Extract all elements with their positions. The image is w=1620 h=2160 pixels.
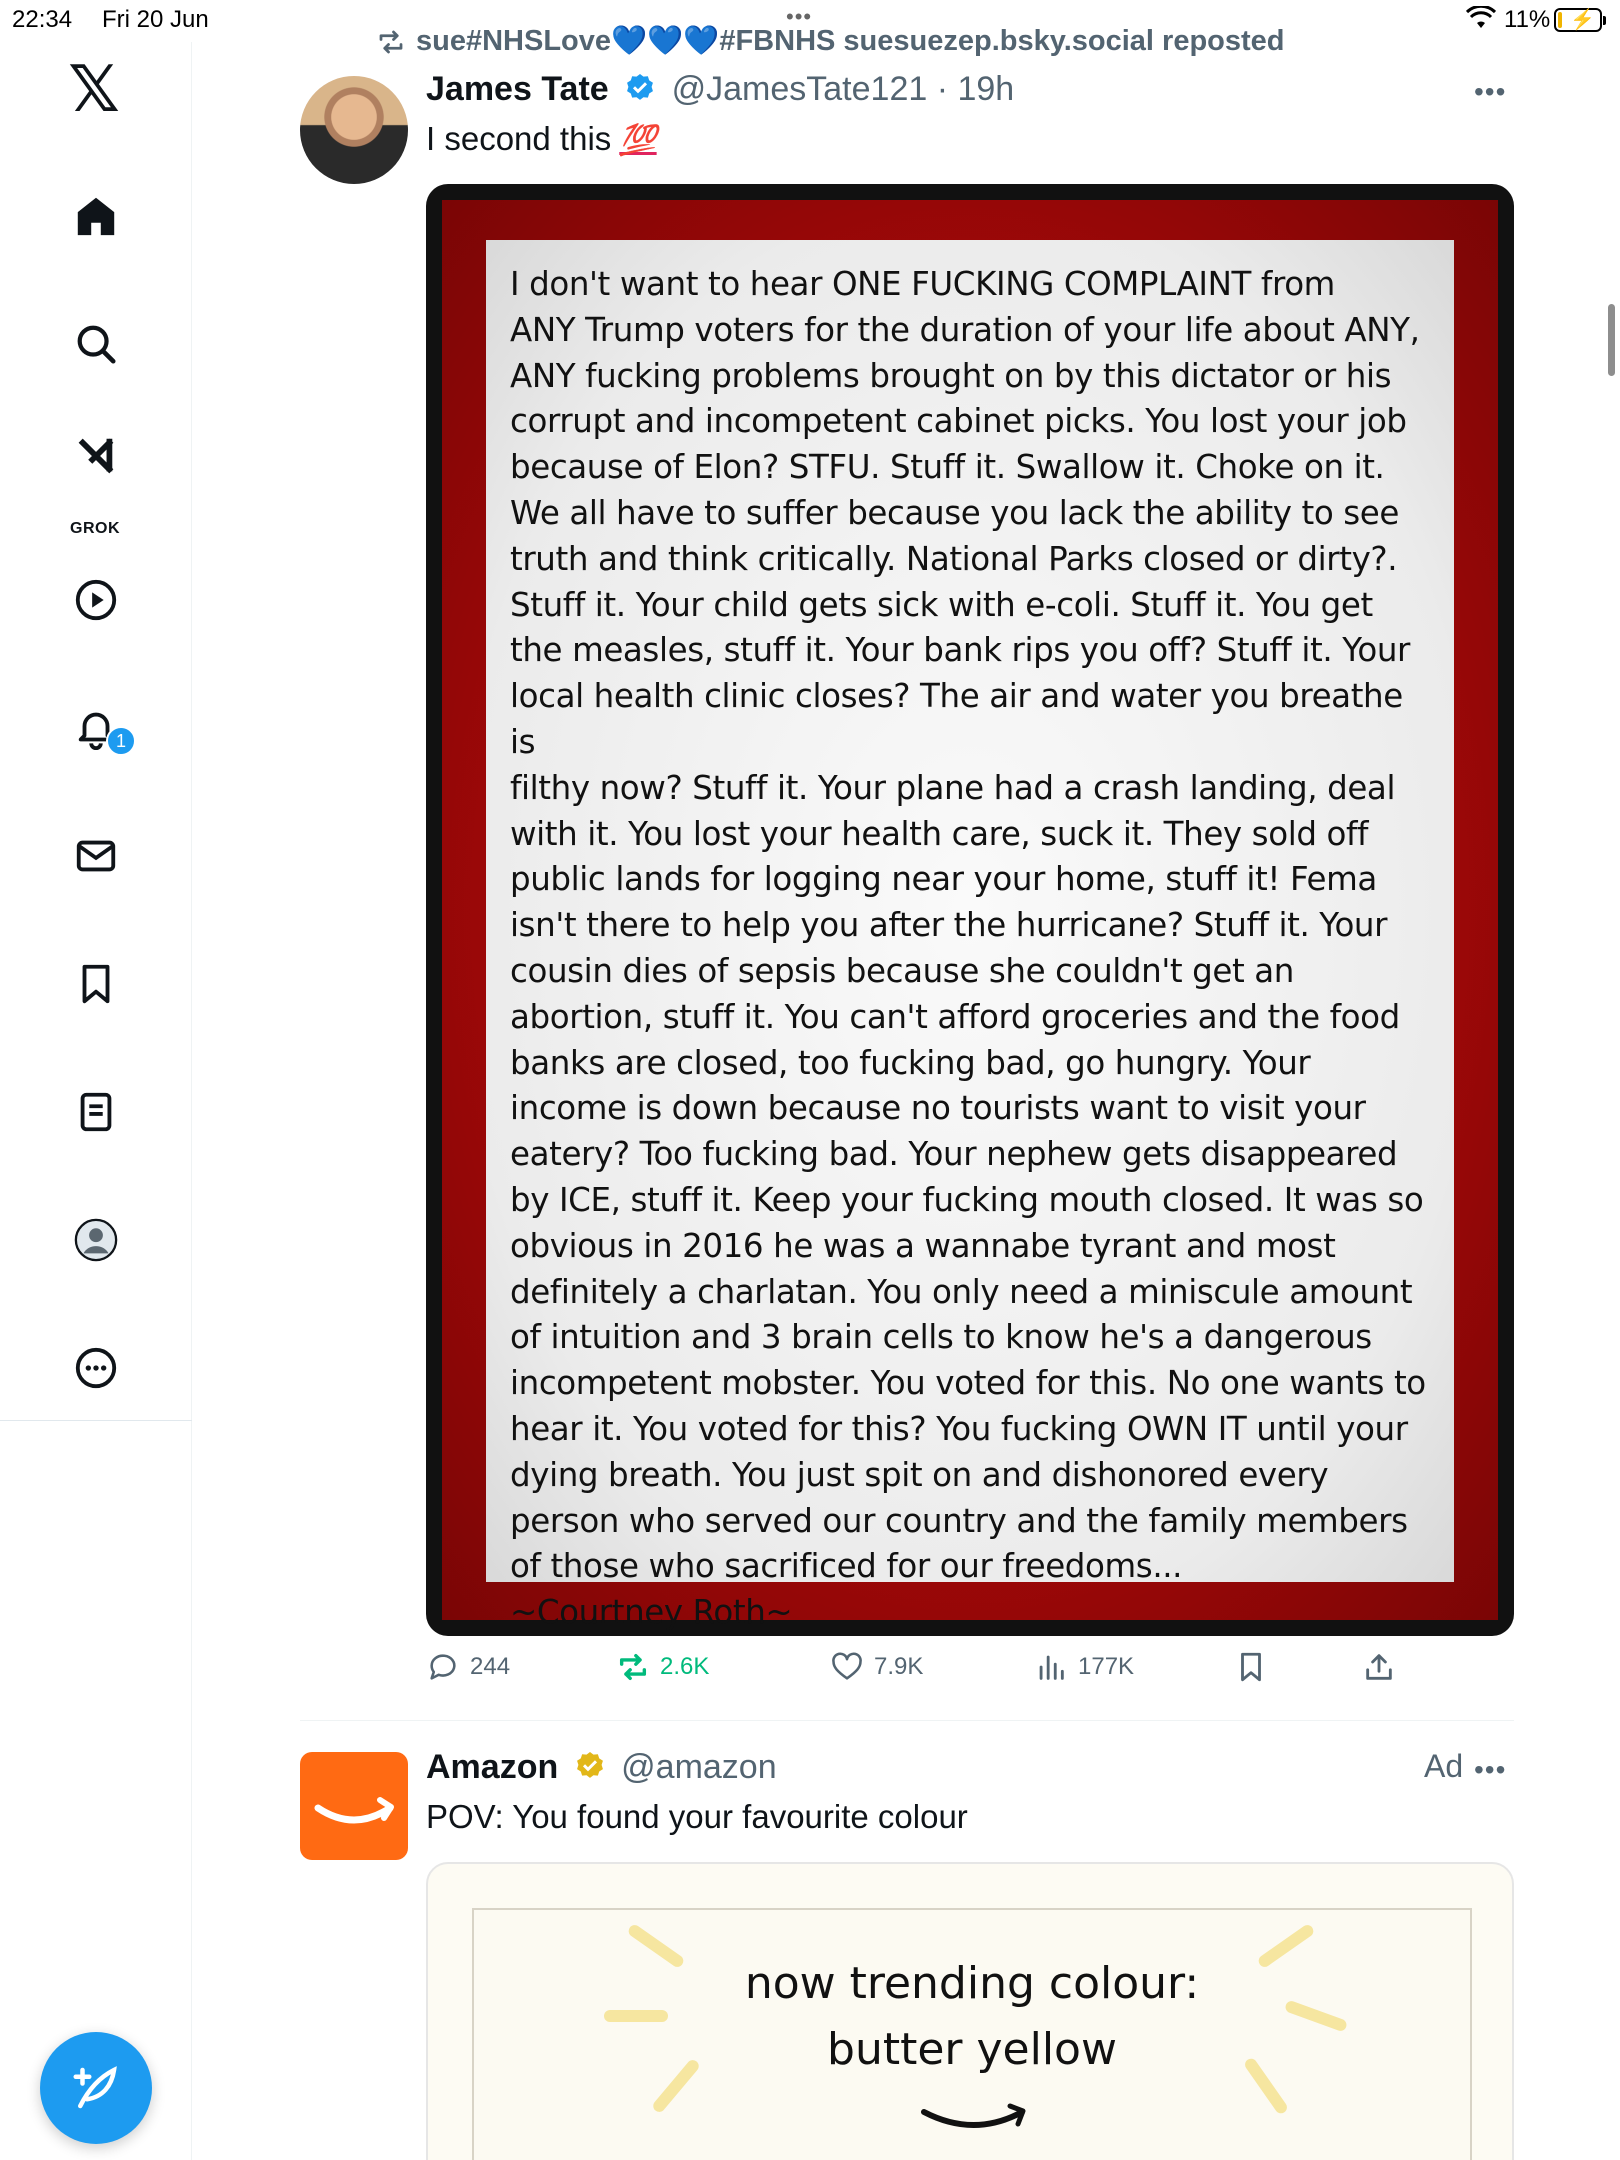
sidebar-divider (0, 1420, 192, 1421)
search-icon[interactable] (66, 314, 126, 374)
battery-level (1558, 12, 1562, 28)
analytics-icon (1039, 1655, 1064, 1680)
repost-context[interactable]: sue#NHSLove💙💙💙#FBNHS suesuezep.bsky.soci… (376, 24, 1285, 58)
tweet-text: POV: You found your favourite colour (426, 1798, 968, 1835)
hundred-emoji: 💯 (619, 124, 657, 157)
home-icon[interactable] (66, 186, 126, 246)
tweet-text-content: I second this (426, 120, 612, 157)
ad-image[interactable]: now trending colour: butter yellow (426, 1862, 1514, 2160)
repost-icon (379, 30, 403, 54)
grok-label: GROK (70, 520, 120, 537)
bookmark-icon[interactable] (66, 954, 126, 1014)
sun-ray (604, 2010, 668, 2022)
x-logo-icon[interactable]: 𝕏 (64, 53, 124, 127)
author-name[interactable]: Amazon (426, 1748, 558, 1786)
reply-button[interactable]: 244 (426, 1650, 510, 1684)
grok-icon[interactable] (66, 426, 126, 486)
share-icon (1366, 1654, 1392, 1680)
separator-dot: · (927, 70, 958, 108)
verified-badge-icon (627, 74, 654, 100)
profile-icon[interactable] (66, 1210, 126, 1270)
sidebar: 𝕏 GROK 1 (0, 42, 192, 2160)
reply-count: 244 (470, 1653, 511, 1680)
tweet-time[interactable]: 19h (957, 70, 1014, 108)
like-button[interactable]: 7.9K (830, 1650, 923, 1684)
battery-percent: 11% (1504, 6, 1551, 33)
ad-headline-line1: now trending colour: (744, 1958, 1200, 2009)
ad-label: Ad (1424, 1748, 1464, 1784)
list-icon[interactable] (66, 1082, 126, 1142)
view-count: 177K (1078, 1653, 1135, 1680)
author-handle[interactable]: @amazon (621, 1748, 776, 1786)
gold-verified-badge-icon (576, 1752, 603, 1778)
status-date: Fri 20 Jun (102, 6, 209, 33)
battery-icon: ⚡ (1554, 8, 1606, 32)
repost-count: 2.6K (660, 1653, 710, 1680)
image-red-frame: I don't want to hear ONE FUCKING COMPLAI… (442, 200, 1498, 1631)
repost-icon (619, 1653, 647, 1681)
compose-icon (73, 2066, 117, 2109)
reply-icon (430, 1654, 456, 1680)
wifi-icon (1466, 6, 1496, 28)
tweet-header: Amazon @amazon (426, 1748, 777, 1787)
charging-bolt-icon: ⚡ (1570, 9, 1595, 31)
notification-badge: 1 (106, 726, 136, 756)
more-options-icon[interactable]: ••• (1474, 76, 1506, 108)
ad-image-card: now trending colour: butter yellow (472, 1908, 1472, 2160)
tweet-text: I second this 💯 (426, 120, 657, 158)
amazon-logo-avatar[interactable] (300, 1752, 408, 1860)
share-button[interactable] (1362, 1650, 1396, 1684)
author-name[interactable]: James Tate (426, 70, 609, 108)
ad-headline-line2: butter yellow (827, 2024, 1117, 2075)
tweet-divider (300, 1720, 1514, 1721)
image-text-panel: I don't want to hear ONE FUCKING COMPLAI… (486, 240, 1454, 1631)
repost-button[interactable]: 2.6K (616, 1650, 709, 1684)
scrollbar[interactable] (1608, 304, 1615, 376)
mail-icon[interactable] (66, 826, 126, 886)
like-count: 7.9K (874, 1653, 924, 1680)
amazon-smile-icon (921, 2103, 1026, 2128)
compose-button[interactable] (40, 2032, 152, 2144)
tweet-image[interactable]: I don't want to hear ONE FUCKING COMPLAI… (426, 184, 1514, 1636)
heart-icon (832, 1652, 862, 1680)
tweet-header: James Tate @JamesTate121 · 19h (426, 70, 1014, 109)
image-quote-text: I don't want to hear ONE FUCKING COMPLAI… (510, 265, 1426, 1632)
bookmark-button[interactable] (1234, 1650, 1268, 1684)
more-options-icon[interactable]: ••• (1474, 1754, 1506, 1786)
amazon-smile-icon (314, 1797, 394, 1824)
views-button[interactable]: 177K (1034, 1650, 1134, 1684)
author-handle[interactable]: @JamesTate121 (672, 70, 928, 108)
more-icon[interactable] (66, 1338, 126, 1398)
play-icon[interactable] (66, 570, 126, 630)
avatar[interactable] (300, 76, 408, 184)
repost-context-text: sue#NHSLove💙💙💙#FBNHS suesuezep.bsky.soci… (416, 25, 1285, 57)
status-time: 22:34 (12, 6, 73, 33)
bookmark-icon (1241, 1652, 1261, 1682)
